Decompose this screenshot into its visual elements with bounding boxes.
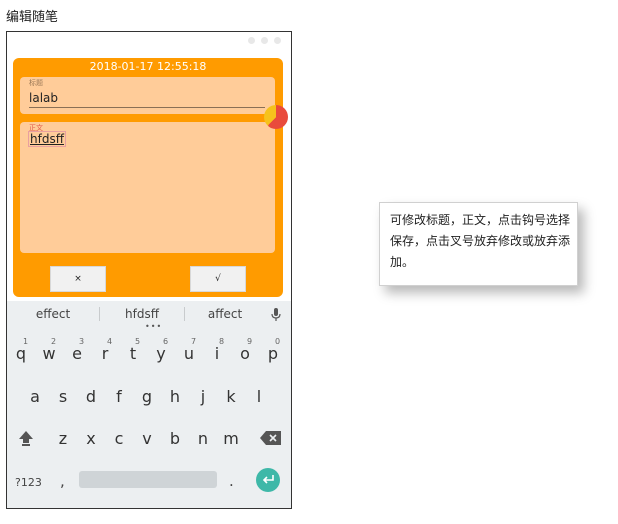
- key-label: r: [101, 344, 109, 363]
- comma-key[interactable]: ,: [60, 472, 65, 490]
- suggestion-2[interactable]: hfdsff: [100, 307, 184, 321]
- status-icons: [248, 37, 281, 44]
- key-number-hint: 0: [275, 337, 281, 346]
- key-b[interactable]: b: [163, 429, 187, 448]
- key-label: g: [141, 387, 153, 406]
- title-hint: 标题: [29, 79, 43, 87]
- key-number-hint: 5: [135, 337, 141, 346]
- key-label: m: [223, 429, 239, 448]
- instruction-note: 可修改标题，正文，点击钩号选择保存，点击叉号放弃修改或放弃添加。: [379, 202, 578, 286]
- key-o[interactable]: o9: [233, 337, 257, 363]
- key-j[interactable]: j: [191, 387, 215, 406]
- shift-icon[interactable]: [17, 429, 35, 447]
- symbols-key[interactable]: ?123: [15, 476, 42, 489]
- key-t[interactable]: t5: [121, 337, 145, 363]
- key-label: i: [214, 344, 220, 363]
- key-p[interactable]: p0: [261, 337, 285, 363]
- signal-icon: [261, 37, 268, 44]
- body-field[interactable]: 正文 hfdsff: [20, 122, 275, 253]
- body-input[interactable]: hfdsff: [28, 131, 66, 147]
- key-label: l: [256, 387, 262, 406]
- enter-icon: [262, 475, 274, 484]
- period-key[interactable]: .: [229, 472, 234, 490]
- key-label: v: [142, 429, 152, 448]
- battery-icon: [274, 37, 281, 44]
- key-g[interactable]: g: [135, 387, 159, 406]
- key-label: f: [116, 387, 122, 406]
- title-field[interactable]: 标题 lalab: [20, 77, 275, 114]
- page-title: 编辑随笔: [6, 10, 59, 25]
- floating-pie-icon[interactable]: [264, 105, 288, 129]
- key-v[interactable]: v: [135, 429, 159, 448]
- more-suggestions-icon[interactable]: •••: [145, 322, 162, 331]
- key-c[interactable]: c: [107, 429, 131, 448]
- phone-screen: 2018-01-17 12:55:18 标题 lalab 正文 hfdsff ×…: [6, 31, 292, 509]
- cancel-button[interactable]: ×: [50, 266, 106, 292]
- key-label: t: [129, 344, 137, 363]
- key-q[interactable]: q1: [9, 337, 33, 363]
- note-text: 可修改标题，正文，点击钩号选择保存，点击叉号放弃修改或放弃添加。: [390, 213, 571, 269]
- soft-keyboard: effect hfdsff affect ••• ?123 , . q 1 w …: [7, 301, 291, 508]
- save-button[interactable]: √: [190, 266, 246, 292]
- key-label: j: [200, 387, 206, 406]
- key-label: e: [72, 344, 82, 363]
- wifi-icon: [248, 37, 255, 44]
- mic-icon[interactable]: [269, 307, 283, 321]
- backspace-icon[interactable]: [260, 431, 282, 445]
- enter-button[interactable]: [256, 468, 280, 492]
- space-bar[interactable]: [79, 471, 217, 488]
- key-label: a: [30, 387, 40, 406]
- key-label: u: [183, 344, 195, 363]
- key-e[interactable]: e3: [65, 337, 89, 363]
- title-underline: [29, 107, 265, 108]
- key-l[interactable]: l: [247, 387, 271, 406]
- key-number-hint: 4: [107, 337, 113, 346]
- key-s[interactable]: s: [51, 387, 75, 406]
- key-h[interactable]: h: [163, 387, 187, 406]
- key-number-hint: 2: [51, 337, 57, 346]
- key-label: d: [85, 387, 97, 406]
- key-u[interactable]: u7: [177, 337, 201, 363]
- key-a[interactable]: a: [23, 387, 47, 406]
- suggestion-1[interactable]: effect: [7, 307, 99, 321]
- key-label: x: [86, 429, 96, 448]
- key-label: n: [197, 429, 209, 448]
- key-number-hint: 7: [191, 337, 197, 346]
- key-number-hint: 1: [23, 337, 29, 346]
- key-y[interactable]: y6: [149, 337, 173, 363]
- key-label: q: [15, 344, 27, 363]
- key-number-hint: 9: [247, 337, 253, 346]
- key-k[interactable]: k: [219, 387, 243, 406]
- key-label: c: [114, 429, 124, 448]
- key-number-hint: 6: [163, 337, 169, 346]
- timestamp: 2018-01-17 12:55:18: [89, 60, 207, 73]
- key-label: w: [42, 344, 56, 363]
- key-n[interactable]: n: [191, 429, 215, 448]
- key-label: p: [267, 344, 279, 363]
- key-number-hint: 3: [79, 337, 85, 346]
- key-label: s: [58, 387, 68, 406]
- key-r[interactable]: r4: [93, 337, 117, 363]
- key-w[interactable]: w2: [37, 337, 61, 363]
- title-input[interactable]: lalab: [29, 91, 58, 105]
- key-label: b: [169, 429, 181, 448]
- key-label: y: [156, 344, 166, 363]
- key-label: h: [169, 387, 181, 406]
- key-d[interactable]: d: [79, 387, 103, 406]
- key-m[interactable]: m: [219, 429, 243, 448]
- key-i[interactable]: i8: [205, 337, 229, 363]
- key-number-hint: 8: [219, 337, 225, 346]
- key-label: z: [58, 429, 68, 448]
- key-label: o: [240, 344, 250, 363]
- key-x[interactable]: x: [79, 429, 103, 448]
- key-label: k: [226, 387, 236, 406]
- suggestion-3[interactable]: affect: [185, 307, 265, 321]
- status-bar: [7, 32, 291, 54]
- editor-card: 2018-01-17 12:55:18 标题 lalab 正文 hfdsff ×…: [13, 58, 283, 297]
- key-f[interactable]: f: [107, 387, 131, 406]
- key-z[interactable]: z: [51, 429, 75, 448]
